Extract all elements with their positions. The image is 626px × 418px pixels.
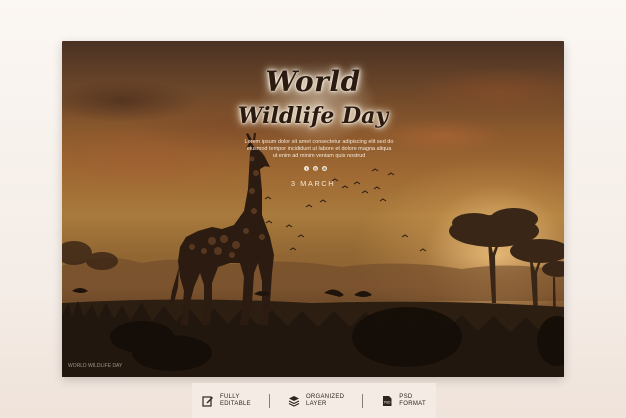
social-icons: f ◎ ⊕ xyxy=(304,166,327,171)
banner-title-wildlife-day: Wildlife Day xyxy=(237,103,389,129)
feature-organized-layer: ORGANIZED LAYER xyxy=(288,394,344,408)
feature-line1: FULLY xyxy=(220,393,240,400)
feature-line2: EDITABLE xyxy=(220,400,251,407)
svg-text:PSD: PSD xyxy=(384,400,391,404)
banner-watermark: WORLD WILDLIFE DAY xyxy=(68,363,123,369)
edit-icon xyxy=(202,395,213,407)
feature-line2: LAYER xyxy=(305,400,327,407)
distant-treeline xyxy=(62,257,564,301)
instagram-icon[interactable]: ◎ xyxy=(313,166,318,171)
banner-date: 3 MARCH xyxy=(290,179,336,188)
feature-line1: PSD xyxy=(399,393,413,400)
banner-description: Lorem ipsum dolor sit amet consectetur a… xyxy=(244,139,394,159)
facebook-icon[interactable]: f xyxy=(304,166,309,171)
divider xyxy=(268,393,270,408)
banner-card: World Wildlife Day Lorem ipsum dolor sit… xyxy=(62,41,564,377)
feature-fully-editable: FULLY EDITABLE xyxy=(202,394,251,408)
globe-icon[interactable]: ⊕ xyxy=(322,166,327,171)
banner-title-world: World xyxy=(265,65,361,98)
divider xyxy=(362,393,364,408)
feature-line1: ORGANIZED xyxy=(305,393,345,400)
features-bar: FULLY EDITABLE ORGANIZED LAYER PSD PSD F… xyxy=(192,383,436,418)
layers-icon xyxy=(288,395,300,407)
feature-line2: FORMAT xyxy=(399,400,426,407)
feature-psd-format: PSD PSD FORMAT xyxy=(381,394,426,408)
psd-file-icon: PSD xyxy=(383,395,392,406)
